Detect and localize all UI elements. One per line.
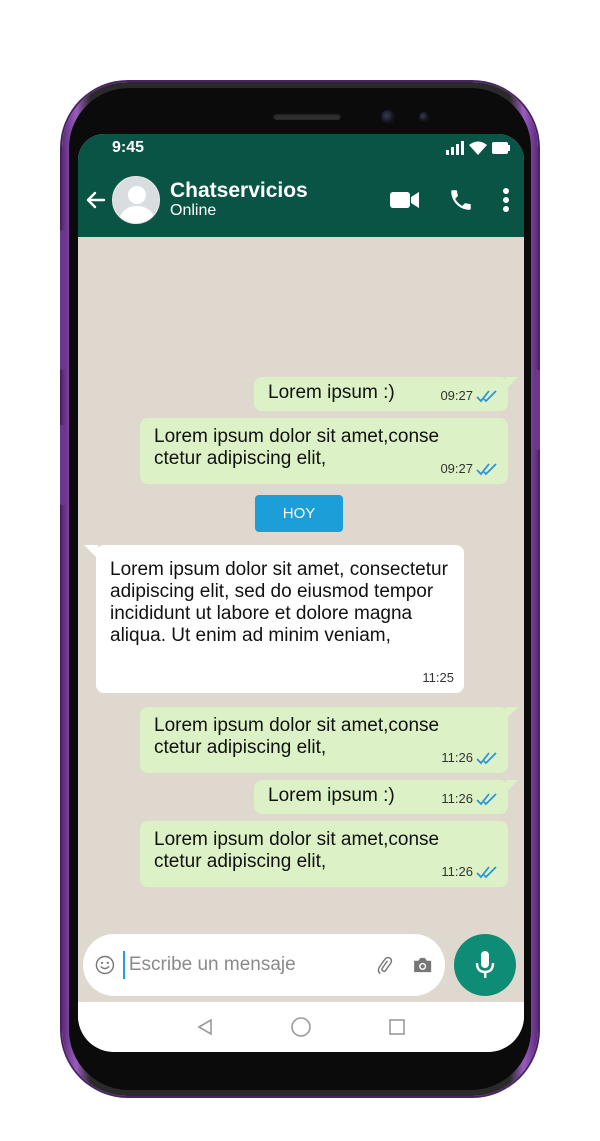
volume-button [60, 230, 65, 370]
double-check-icon [476, 866, 497, 879]
message-text: Lorem ipsum :) [268, 382, 395, 403]
message-time: 11:26 [441, 750, 473, 765]
message-composer [83, 934, 445, 996]
double-check-icon [476, 793, 497, 806]
front-camera [381, 110, 395, 124]
message-bubble-outgoing[interactable]: Lorem ipsum dolor sit amet,conse ctetur … [140, 707, 518, 773]
contact-info[interactable]: Chatservicios Online [170, 178, 390, 220]
message-time: 11:26 [441, 864, 473, 879]
emoji-icon[interactable] [95, 951, 115, 979]
message-time: 09:27 [440, 388, 473, 403]
back-arrow-icon[interactable] [84, 188, 108, 212]
mic-button[interactable] [454, 934, 516, 996]
battery-icon [492, 142, 510, 154]
avatar[interactable] [112, 175, 160, 224]
message-time: 09:27 [440, 461, 473, 476]
double-check-icon [476, 463, 497, 476]
message-text: Lorem ipsum dolor sit amet,conse ctetur … [154, 829, 440, 872]
message-time: 11:26 [441, 791, 473, 806]
message-text: Lorem ipsum dolor sit amet,conse ctetur … [154, 715, 440, 758]
message-bubble-outgoing[interactable]: Lorem ipsum :) 11:26 [254, 780, 518, 814]
sensor [419, 112, 429, 122]
nav-back-icon[interactable] [195, 1017, 215, 1037]
phone-icon[interactable] [448, 187, 474, 213]
message-text: Lorem ipsum dolor sit amet,conse ctetur … [154, 426, 440, 469]
nav-recents-icon[interactable] [387, 1017, 407, 1037]
message-bubble-outgoing[interactable]: Lorem ipsum :) 09:27 [254, 377, 518, 411]
double-check-icon [476, 752, 497, 765]
message-time: 11:25 [422, 670, 454, 685]
chat-header: Chatservicios Online [78, 162, 524, 237]
camera-icon[interactable] [412, 952, 433, 978]
contact-name: Chatservicios [170, 178, 308, 202]
bixby-button [60, 425, 65, 505]
message-bubble-incoming[interactable]: Lorem ipsum dolor sit amet, consectetur … [84, 545, 464, 693]
message-text: Lorem ipsum :) [268, 785, 395, 806]
double-check-icon [476, 390, 497, 403]
message-bubble-outgoing[interactable]: Lorem ipsum dolor sit amet,conse ctetur … [140, 821, 508, 887]
power-button [535, 370, 540, 450]
contact-status: Online [170, 201, 217, 219]
message-input[interactable] [122, 951, 374, 979]
wifi-icon [469, 141, 487, 155]
signal-icon [446, 141, 464, 155]
chat-area: Lorem ipsum :) 09:27 Lorem ipsum dolor s… [78, 237, 524, 934]
attach-icon[interactable] [374, 951, 394, 979]
earpiece-speaker [273, 113, 341, 120]
message-bubble-outgoing[interactable]: Lorem ipsum dolor sit amet,conse ctetur … [140, 418, 508, 484]
message-text: Lorem ipsum dolor sit amet, consectetur … [110, 559, 448, 646]
nav-home-icon[interactable] [290, 1016, 312, 1038]
status-bar: 9:45 [78, 134, 524, 162]
more-vert-icon[interactable] [502, 187, 510, 213]
date-divider: HOY [255, 495, 343, 532]
status-time: 9:45 [112, 139, 145, 156]
screen: 9:45 Chatservicios Online Lorem ipsum :)… [78, 134, 524, 1052]
video-call-icon[interactable] [390, 190, 420, 210]
android-nav-bar [78, 1002, 524, 1052]
mic-icon [475, 951, 495, 978]
